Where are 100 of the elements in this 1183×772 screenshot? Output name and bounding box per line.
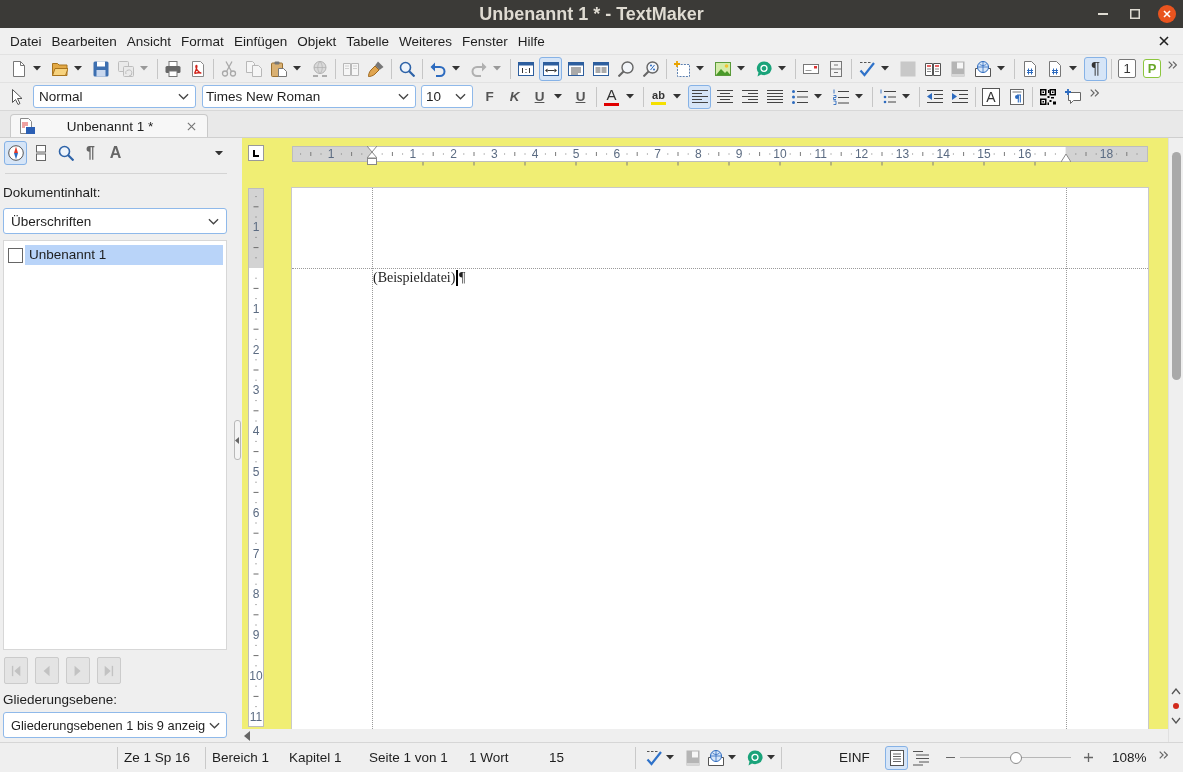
zoom-percent-icon <box>642 60 659 77</box>
caret-icon <box>33 66 41 71</box>
number-button[interactable]: 1 <box>1118 59 1136 78</box>
navigator-tab[interactable] <box>4 141 27 165</box>
next-page-button[interactable] <box>1171 715 1181 726</box>
scrollbar-thumb[interactable] <box>1171 152 1181 380</box>
chevron-down-icon <box>178 93 189 100</box>
folder-icon <box>51 60 68 77</box>
text-frame-button[interactable]: A <box>982 87 1000 106</box>
slider-thumb[interactable] <box>1009 751 1022 764</box>
menu-item[interactable]: Fenster <box>457 33 513 49</box>
checkbox[interactable] <box>8 247 23 263</box>
view-mode-button[interactable] <box>539 56 562 81</box>
ruler-number: 1 <box>327 147 335 161</box>
more-button[interactable] <box>1166 59 1179 71</box>
chat-bubble-icon <box>746 749 763 766</box>
document-tab[interactable]: Unbenannt 1 * <box>10 114 208 137</box>
caret-icon <box>997 66 1005 71</box>
font-size-dropdown[interactable]: 10 <box>421 85 473 108</box>
copy-icon <box>245 60 262 77</box>
undo-icon <box>429 60 446 77</box>
next-icon <box>73 664 83 677</box>
ruler-number: 2 <box>252 343 260 357</box>
navigator-tab[interactable]: ¶ <box>79 141 102 165</box>
close-button[interactable] <box>1155 2 1179 26</box>
add-comment-icon <box>1064 88 1081 105</box>
close-icon <box>187 121 196 131</box>
italic-button[interactable]: K <box>503 84 526 109</box>
page-hash-icon <box>1021 60 1038 77</box>
formatting-marks-button[interactable]: ¶ <box>1084 56 1107 81</box>
ruler-number: 10 <box>249 669 263 683</box>
database-book-icon <box>949 60 966 77</box>
ruler-number: 3 <box>491 147 498 161</box>
section-label: Gliederungsebene: <box>3 692 119 708</box>
menu-item[interactable]: Format <box>176 33 229 49</box>
menu-item[interactable]: Einfügen <box>228 33 293 49</box>
align-left-icon <box>691 89 708 104</box>
chevron-down-icon <box>1171 717 1181 724</box>
font-dropdown[interactable]: Times New Roman <box>202 85 416 108</box>
caret-icon <box>554 94 562 99</box>
splitter-handle[interactable] <box>233 420 241 460</box>
numbered-list-icon <box>832 88 849 105</box>
chevron-up-icon <box>1171 688 1181 695</box>
zoom-in-button[interactable] <box>1082 751 1095 764</box>
browse-object-button[interactable] <box>1173 701 1179 711</box>
window-title: Unbenannt 1 * - TextMaker <box>479 3 704 25</box>
scissors-icon <box>220 60 237 77</box>
brush-icon <box>367 60 384 77</box>
menu-item[interactable]: Hilfe <box>512 33 550 49</box>
align-left-button[interactable] <box>688 84 711 109</box>
style-dropdown[interactable]: Normal <box>33 85 196 108</box>
caret-icon <box>293 66 301 71</box>
menu-item[interactable]: Objekt <box>292 33 342 49</box>
ruler-number: 8 <box>695 147 702 161</box>
caret-icon <box>140 66 148 71</box>
dot-icon <box>1173 703 1179 709</box>
caret-icon <box>673 94 681 99</box>
square-icon <box>899 60 916 77</box>
insert-mode-label: EINF <box>839 750 871 765</box>
page-text: Seite 1 von 1 <box>368 748 449 767</box>
ruler-number: 4 <box>252 424 260 438</box>
tree-item[interactable]: Unbenannt 1 <box>25 245 223 265</box>
caret-icon <box>728 755 736 760</box>
color-bar-icon <box>651 101 666 105</box>
bold-button[interactable]: F <box>478 84 501 109</box>
color-bar-icon <box>604 102 619 106</box>
printer-icon <box>164 60 181 77</box>
spellcheck-icon <box>858 60 875 77</box>
navigator-tab[interactable]: A <box>104 141 127 165</box>
scroll-left-button[interactable] <box>244 730 250 741</box>
caret-icon <box>814 94 822 99</box>
ruler-number: 7 <box>252 547 260 561</box>
view-mode-button[interactable] <box>885 745 908 770</box>
more-button[interactable] <box>1088 87 1101 99</box>
indent-marker-icon <box>367 146 377 165</box>
ruler-number: 1 <box>252 302 260 316</box>
previous-page-button[interactable] <box>1171 686 1181 697</box>
menu-item[interactable]: Ansicht <box>121 33 177 49</box>
caret-icon <box>767 755 775 760</box>
navigator-menu-button[interactable] <box>213 148 225 158</box>
underline-button[interactable]: U <box>528 84 551 109</box>
caret-icon <box>881 66 889 71</box>
ruler-number: 2 <box>450 147 457 161</box>
menu-item[interactable]: Bearbeiten <box>46 33 122 49</box>
outline-level-dropdown[interactable]: Gliederungsebenen 1 bis 9 anzeig <box>3 712 227 738</box>
underline-button[interactable]: U <box>569 84 592 109</box>
minimize-icon <box>1098 13 1108 15</box>
font-color-button[interactable]: A <box>600 84 623 109</box>
highlight-button[interactable]: ab <box>647 84 670 109</box>
ruler-number: 13 <box>895 147 910 161</box>
menu-item[interactable]: Datei <box>5 33 47 49</box>
menu-item[interactable]: Weiteres <box>394 33 457 49</box>
pdf-icon <box>189 60 206 77</box>
ruler-number: 12 <box>854 147 869 161</box>
chat-bubble-icon <box>755 60 772 77</box>
caret-icon <box>696 66 704 71</box>
menu-item[interactable]: Tabelle <box>341 33 394 49</box>
ruler-number: 4 <box>531 147 539 161</box>
content-dropdown[interactable]: Überschriften <box>3 208 227 234</box>
tab-stop-button[interactable] <box>248 145 264 161</box>
